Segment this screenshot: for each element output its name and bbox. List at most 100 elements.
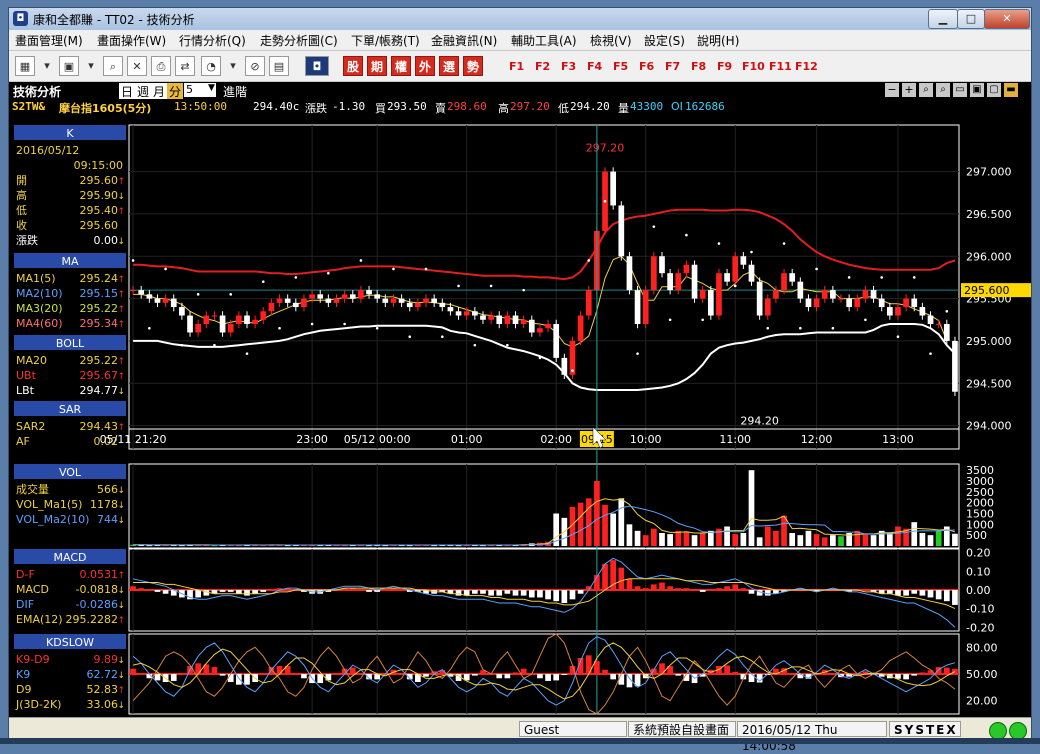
menu-item-quote-analysis[interactable]: 行情分析(Q) [179, 32, 246, 49]
quick-stock-button[interactable]: 股 [343, 56, 363, 76]
comment-icon[interactable]: ▭ [953, 83, 967, 97]
toolbar: ▦ ▾ ▣ ▾ ⌕ ✕ ⎙ ⇄ ◔ ▾ ⊘ ▤ ◘ 股 期 權 外 選 勢 F1… [9, 51, 1031, 82]
title-bar[interactable]: ◘ 康和全都賺 - TT02 - 技術分析 ▁ □ ✕ [9, 8, 1031, 30]
bid-value: 293.50 [387, 100, 427, 113]
fkey-f6[interactable]: F6 [639, 60, 654, 73]
menu-item-screen-manage[interactable]: 畫面管理(M) [15, 32, 83, 49]
fkey-f4[interactable]: F4 [587, 60, 602, 73]
layout-icon[interactable]: ▦ [15, 56, 35, 76]
brand-label: SYSTEX [889, 721, 961, 737]
candle-body [358, 290, 364, 299]
main-x-tick: 05/12 00:00 [344, 433, 411, 446]
symbol-name: 摩台指1605(5分) [59, 102, 152, 115]
vol-row-arrow: ↓ [117, 501, 125, 511]
menu-item-settings[interactable]: 設定(S) [644, 32, 685, 49]
maximize-button[interactable]: □ [957, 9, 985, 29]
window-icon[interactable]: ▤ [269, 56, 289, 76]
boll-row-label: UBt [16, 369, 37, 382]
menu-item-help[interactable]: 說明(H) [697, 32, 739, 49]
search-icon[interactable]: ⌕ [936, 83, 950, 97]
candle-body [935, 323, 942, 325]
k-row-value: 295.60 [80, 219, 119, 232]
volume-bar [642, 535, 649, 546]
advanced-button[interactable]: 進階 [223, 83, 248, 100]
sar-dot [815, 267, 818, 271]
ma-row-value: 295.22 [80, 302, 119, 315]
chevron-down-icon[interactable]: ▾ [41, 56, 53, 76]
close-button[interactable]: ✕ [984, 9, 1030, 29]
sar-dot [685, 233, 688, 237]
menu-item-tools[interactable]: 輔助工具(A) [511, 32, 577, 49]
fkey-f7[interactable]: F7 [665, 60, 680, 73]
boll-row-value: 295.67 [80, 369, 119, 382]
fkey-f10[interactable]: F10 [742, 60, 765, 73]
kd-row-value: 62.72 [87, 668, 119, 681]
fkey-f11[interactable]: F11 [769, 60, 792, 73]
print-icon[interactable]: ⎙ [151, 56, 171, 76]
tab-minute[interactable]: 分 [167, 83, 184, 100]
monitor-icon[interactable]: ▣ [59, 56, 79, 76]
macd-y-tick: 0.10 [966, 565, 991, 578]
macd-histogram-bar [504, 590, 511, 594]
brand-logo-icon[interactable]: ◘ [305, 56, 329, 76]
menu-item-screen-operate[interactable]: 畫面操作(W) [97, 32, 166, 49]
tab-month[interactable]: 月 [151, 83, 168, 100]
close-window-icon[interactable]: ✕ [127, 56, 147, 76]
macd-histogram-bar [911, 590, 918, 594]
chevron-down-icon[interactable]: ▾ [227, 56, 239, 76]
quick-foreign-button[interactable]: 外 [415, 56, 435, 76]
menu-item-order-account[interactable]: 下單/帳務(T) [351, 32, 420, 49]
vol-row-value: 566 [97, 483, 118, 496]
zoom-in-icon[interactable]: + [902, 83, 916, 97]
minimize-button[interactable]: ▁ [928, 9, 958, 29]
kd-row-arrow: ↓ [117, 701, 125, 711]
chevron-down-icon[interactable]: ▼ [208, 83, 215, 93]
menu-item-view[interactable]: 檢視(V) [590, 32, 632, 49]
magnify-icon[interactable]: ⌕ [919, 83, 933, 97]
candle-body [903, 298, 909, 308]
macd-histogram-bar [219, 590, 226, 592]
fkey-f12[interactable]: F12 [795, 60, 818, 73]
search-icon[interactable]: ⌕ [103, 56, 123, 76]
macd-histogram-bar [667, 586, 673, 590]
quick-trend-button[interactable]: 勢 [463, 56, 483, 76]
fkey-f8[interactable]: F8 [691, 60, 706, 73]
fkey-f9[interactable]: F9 [717, 60, 732, 73]
save-icon[interactable]: ▣ [970, 83, 984, 97]
ma-row-label: MA3(20) [16, 302, 63, 315]
technical-chart[interactable]: K2016/05/1209:15:00開 295.60 ↑高 295.90 ↓低 295.… [9, 115, 1031, 717]
chart-icon[interactable]: ◔ [201, 56, 221, 76]
fkey-f2[interactable]: F2 [535, 60, 550, 73]
k-row-arrow: ↓ [117, 192, 125, 202]
folder-icon[interactable]: ▬ [1004, 83, 1018, 97]
volume-bar [610, 513, 617, 546]
fkey-f5[interactable]: F5 [613, 60, 628, 73]
tab-day[interactable]: 日 [119, 83, 136, 100]
sar-row-label: AF [16, 435, 30, 448]
main-x-tick: 01:00 [451, 433, 483, 446]
fkey-f3[interactable]: F3 [561, 60, 576, 73]
high-label: 高 [498, 102, 509, 115]
kd-diff-bar [911, 674, 918, 676]
window-icon[interactable]: ▢ [987, 83, 1001, 97]
menu-item-finance-info[interactable]: 金融資訊(N) [431, 32, 497, 49]
candle-body [309, 294, 315, 299]
tab-week[interactable]: 週 [135, 83, 152, 100]
quick-warrant-button[interactable]: 權 [391, 56, 411, 76]
ma-row-arrow: ↑ [117, 290, 125, 300]
quick-option-button[interactable]: 選 [439, 56, 459, 76]
candle-body [813, 298, 820, 308]
link-icon[interactable]: ⊘ [245, 56, 265, 76]
volume-bar [773, 530, 779, 546]
macd-row-arrow: ↓ [117, 601, 125, 611]
export-icon[interactable]: ⇄ [175, 56, 195, 76]
chevron-down-icon[interactable]: ▾ [85, 56, 97, 76]
menu-item-trend-chart[interactable]: 走勢分析圖(C) [260, 32, 338, 49]
quick-futures-button[interactable]: 期 [367, 56, 387, 76]
macd-histogram-bar [634, 586, 641, 590]
macd-histogram-bar [748, 590, 755, 594]
zoom-out-icon[interactable]: − [885, 83, 899, 97]
fkey-f1[interactable]: F1 [509, 60, 524, 73]
chart-area[interactable]: K 2016/05/12 09:15:00 開 295.60 ↑ 高 295.90 ↓ 低 295.… [9, 115, 1031, 717]
window-title: 康和全都賺 - TT02 - 技術分析 [33, 13, 195, 27]
